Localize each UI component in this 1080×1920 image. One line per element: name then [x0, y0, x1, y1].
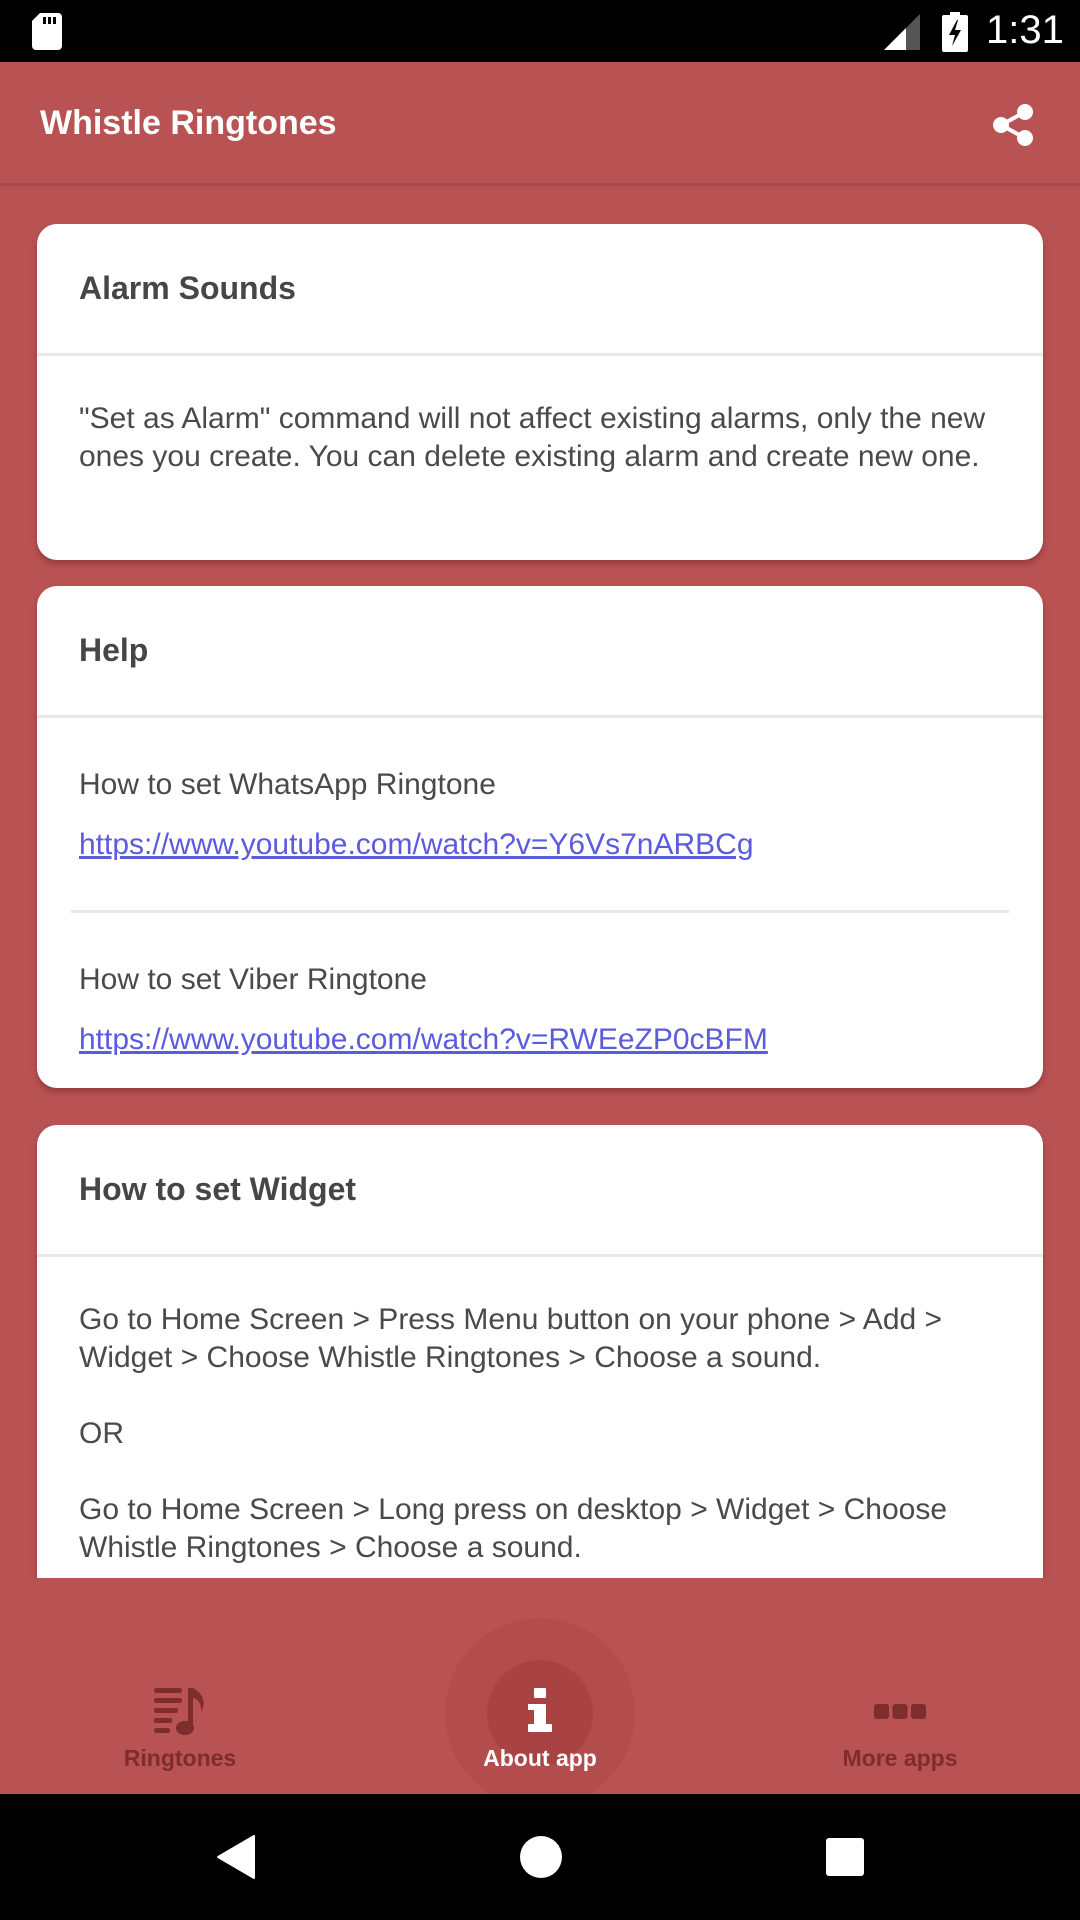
alarm-description: "Set as Alarm" command will not affect e…	[79, 402, 986, 473]
nav-label: Ringtones	[123, 1745, 237, 1771]
help-item-title: How to set WhatsApp Ringtone	[79, 768, 496, 801]
info-icon	[528, 1688, 552, 1732]
alarm-sounds-card: Alarm Sounds "Set as Alarm" command will…	[37, 224, 1043, 560]
more-dots-icon	[874, 1704, 926, 1719]
whatsapp-video-link[interactable]: https://www.youtube.com/watch?v=Y6Vs7nAR…	[79, 826, 754, 864]
card-title: How to set Widget	[79, 1171, 357, 1207]
card-body: Go to Home Screen > Press Menu button on…	[37, 1257, 1043, 1567]
card-title: Alarm Sounds	[79, 270, 296, 306]
help-item: How to set Viber Ringtone https://www.yo…	[37, 913, 1043, 1059]
viber-video-link[interactable]: https://www.youtube.com/watch?v=RWEeZP0c…	[79, 1021, 768, 1059]
nav-label: More apps	[842, 1745, 958, 1771]
share-icon[interactable]	[990, 102, 1036, 148]
card-header: Help	[37, 586, 1043, 718]
widget-or-separator: OR	[79, 1417, 124, 1450]
app-title: Whistle Ringtones	[40, 104, 337, 142]
status-bar: 1:31	[0, 0, 1080, 62]
help-item-title: How to set Viber Ringtone	[79, 963, 427, 996]
card-body: "Set as Alarm" command will not affect e…	[37, 356, 1043, 476]
bottom-navigation: Ringtones About app More apps	[0, 1578, 1080, 1808]
nav-item-more-apps[interactable]: More apps	[720, 1578, 1080, 1794]
help-card: Help How to set WhatsApp Ringtone https:…	[37, 586, 1043, 1088]
system-navigation-bar	[0, 1794, 1080, 1920]
nav-item-about-app[interactable]: About app	[360, 1578, 720, 1808]
card-header: Alarm Sounds	[37, 224, 1043, 356]
nav-label: About app	[483, 1745, 597, 1771]
card-header: How to set Widget	[37, 1125, 1043, 1257]
help-item: How to set WhatsApp Ringtone https://www…	[37, 718, 1043, 864]
card-title: Help	[79, 632, 149, 668]
recents-icon[interactable]	[822, 1834, 868, 1880]
battery-charging-icon	[942, 12, 968, 52]
widget-instructions-2: Go to Home Screen > Long press on deskto…	[79, 1493, 948, 1564]
music-list-icon	[154, 1688, 204, 1735]
content-scroll-area[interactable]: Alarm Sounds "Set as Alarm" command will…	[0, 189, 1080, 1578]
widget-instructions-1: Go to Home Screen > Press Menu button on…	[79, 1303, 943, 1374]
app-bar: Whistle Ringtones	[0, 62, 1080, 186]
clock: 1:31	[986, 8, 1064, 52]
widget-help-card: How to set Widget Go to Home Screen > Pr…	[37, 1125, 1043, 1578]
back-icon[interactable]	[214, 1834, 260, 1880]
sd-card-icon	[32, 13, 62, 50]
home-icon[interactable]	[518, 1834, 564, 1880]
signal-icon	[884, 14, 920, 50]
nav-item-ringtones[interactable]: Ringtones	[0, 1578, 360, 1794]
